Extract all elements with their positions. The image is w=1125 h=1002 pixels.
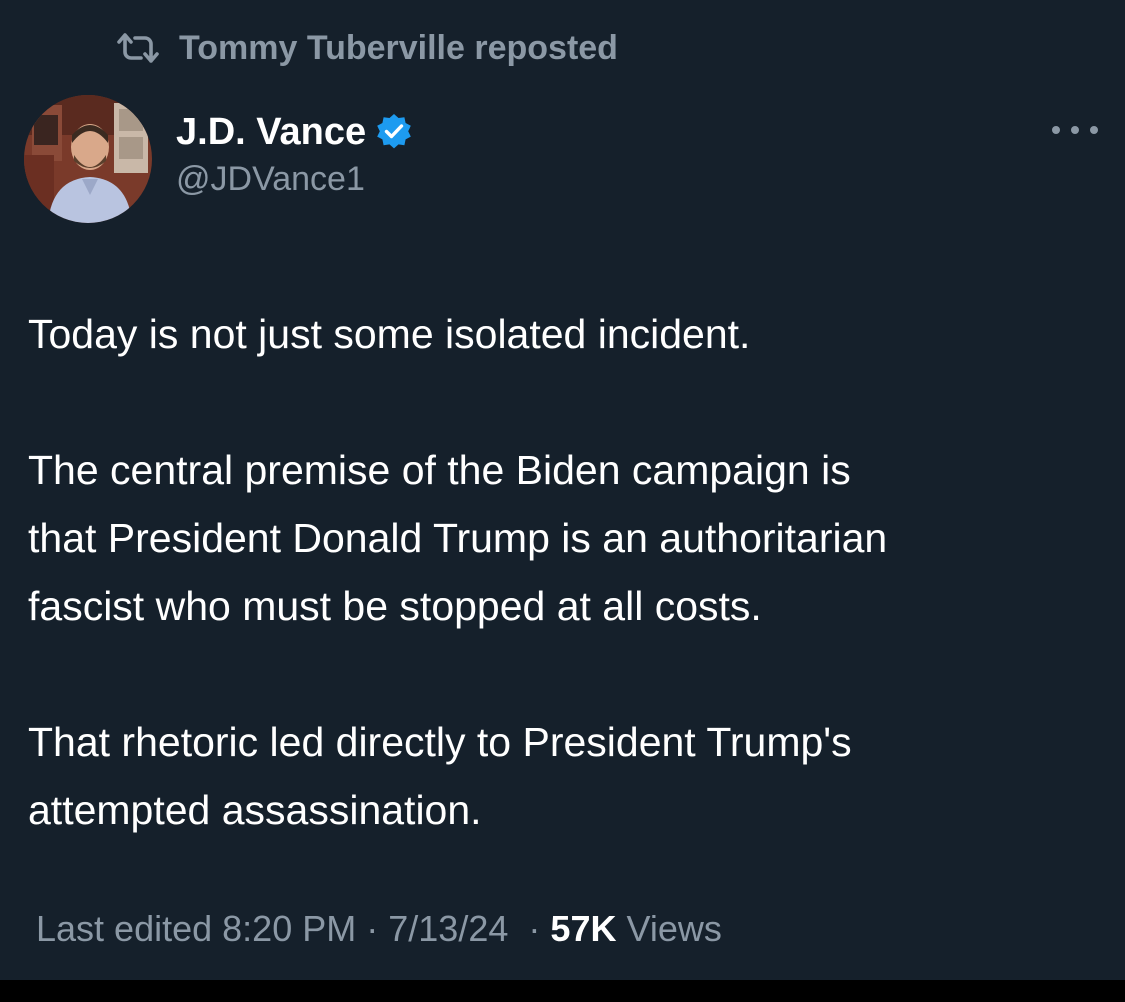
post-paragraph: The central premise of the Biden campaig… bbox=[28, 447, 888, 629]
post-body: Today is not just some isolated incident… bbox=[28, 300, 1098, 844]
meta-separator: · bbox=[366, 908, 379, 949]
post-paragraph: That rhetoric led directly to President … bbox=[28, 719, 852, 833]
author-name-row[interactable]: J.D. Vance bbox=[176, 106, 414, 158]
meta-separator: · bbox=[528, 908, 541, 949]
author-handle[interactable]: @JDVance1 bbox=[176, 160, 365, 199]
post-paragraph: Today is not just some isolated incident… bbox=[28, 311, 751, 357]
repost-label: Tommy Tuberville reposted bbox=[179, 28, 618, 67]
repost-icon bbox=[115, 28, 165, 68]
post-time[interactable]: 8:20 PM bbox=[222, 908, 356, 950]
edited-label[interactable]: Last edited bbox=[36, 908, 212, 950]
post-meta: Last edited 8:20 PM · 7/13/24 · 57K View… bbox=[36, 903, 722, 955]
views-label[interactable]: Views bbox=[626, 908, 721, 950]
verified-badge-icon[interactable] bbox=[374, 112, 414, 152]
author-name[interactable]: J.D. Vance bbox=[176, 111, 366, 154]
post-date[interactable]: 7/13/24 bbox=[388, 908, 508, 950]
tweet-card[interactable]: Tommy Tuberville reposted J.D. Vance @JD… bbox=[0, 0, 1125, 980]
views-count[interactable]: 57K bbox=[550, 908, 616, 950]
more-options-icon[interactable] bbox=[1052, 115, 1098, 145]
repost-indicator[interactable]: Tommy Tuberville reposted bbox=[115, 24, 618, 72]
avatar[interactable] bbox=[24, 95, 152, 223]
